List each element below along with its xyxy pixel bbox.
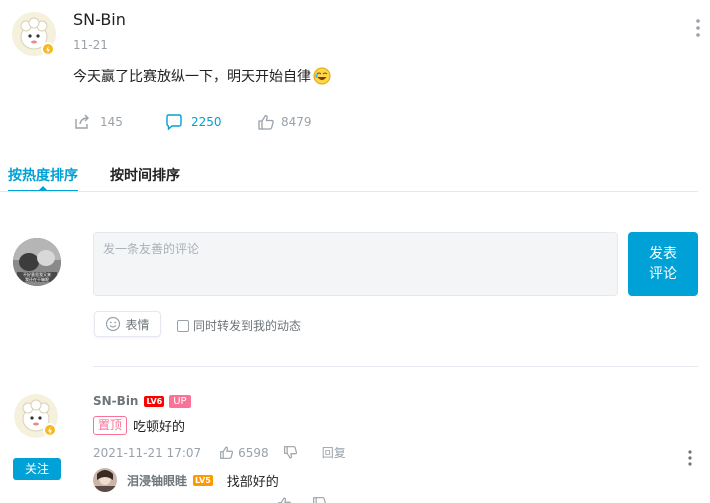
submit-comment-button[interactable]: 发表 评论 <box>628 232 698 296</box>
avatar-caption: 不好意思我又来 我还在干嘛呢 <box>13 272 61 282</box>
thumbs-up-icon <box>257 113 275 131</box>
reply-like-icon[interactable] <box>277 496 292 503</box>
commenter-verified-icon <box>43 423 57 437</box>
laugh-emoji-icon <box>313 67 331 85</box>
comment-like-count: 6598 <box>238 445 269 460</box>
current-user-avatar: 不好意思我又来 我还在干嘛呢 <box>13 238 61 286</box>
avatar-caption-line2: 我还在干嘛呢 <box>25 277 49 282</box>
share-count: 145 <box>100 115 123 129</box>
reply-row: 泪浸铀眼眭 LV5 找部好的 <box>127 471 279 490</box>
reply-text: 找部好的 <box>226 475 279 490</box>
forward-checkbox[interactable] <box>177 319 189 332</box>
like-button[interactable]: 8479 <box>257 113 312 131</box>
tabs-divider <box>0 191 698 192</box>
post-content: 今天赢了比赛放纵一下，明天开始自律 <box>73 66 331 86</box>
reply-button[interactable]: 回复 <box>322 444 346 461</box>
post-author-name[interactable]: SN-Bin <box>73 10 126 29</box>
smile-icon <box>105 316 121 332</box>
comment-time: 2021-11-21 17:07 <box>93 445 202 460</box>
comment-body: 置顶 吃顿好的 <box>93 416 185 435</box>
replier-level-badge: LV5 <box>193 475 213 486</box>
replier-avatar[interactable] <box>93 468 117 492</box>
commenter-name[interactable]: SN-Bin <box>93 394 138 408</box>
comment-count: 2250 <box>191 115 222 129</box>
emoji-label: 表情 <box>125 317 150 332</box>
verified-badge-icon <box>41 42 55 56</box>
comment-icon <box>165 113 183 131</box>
post-text: 今天赢了比赛放纵一下，明天开始自律 <box>73 69 311 85</box>
comment-text: 吃顿好的 <box>133 420 186 435</box>
comment-dislike-icon[interactable] <box>283 445 298 460</box>
reply-dislike-icon[interactable] <box>312 496 327 503</box>
comment-meta: 2021-11-21 17:07 6598 回复 <box>93 444 346 461</box>
comment-like-icon[interactable] <box>219 445 234 460</box>
tab-sort-hot[interactable]: 按热度排序 <box>8 165 78 185</box>
level-badge: LV6 <box>144 395 165 407</box>
submit-label-line2: 评论 <box>649 266 677 282</box>
follow-button[interactable]: 关注 <box>13 458 61 480</box>
comment-header: SN-Bin LV6 UP <box>93 394 191 408</box>
forward-label: 同时转发到我的动态 <box>193 319 302 333</box>
composer-divider <box>93 366 698 367</box>
more-options-icon[interactable] <box>692 18 704 38</box>
post-date: 11-21 <box>73 38 108 52</box>
submit-label-line1: 发表 <box>649 246 677 262</box>
tab-active-caret-icon <box>39 186 47 190</box>
up-badge: UP <box>169 394 191 408</box>
share-button[interactable]: 145 <box>73 113 123 131</box>
pinned-tag: 置顶 <box>93 416 128 435</box>
emoji-button[interactable]: 表情 <box>94 311 161 337</box>
comment-textarea[interactable]: 发一条友善的评论 <box>93 232 618 296</box>
like-count: 8479 <box>281 115 312 129</box>
comment-button[interactable]: 2250 <box>165 113 222 131</box>
replier-name[interactable]: 泪浸铀眼眭 <box>127 472 187 489</box>
forward-toggle[interactable]: 同时转发到我的动态 <box>177 317 301 334</box>
comment-more-icon[interactable] <box>684 449 696 469</box>
tab-sort-time[interactable]: 按时间排序 <box>110 165 180 185</box>
share-icon <box>73 113 91 131</box>
comment-placeholder: 发一条友善的评论 <box>103 242 200 256</box>
